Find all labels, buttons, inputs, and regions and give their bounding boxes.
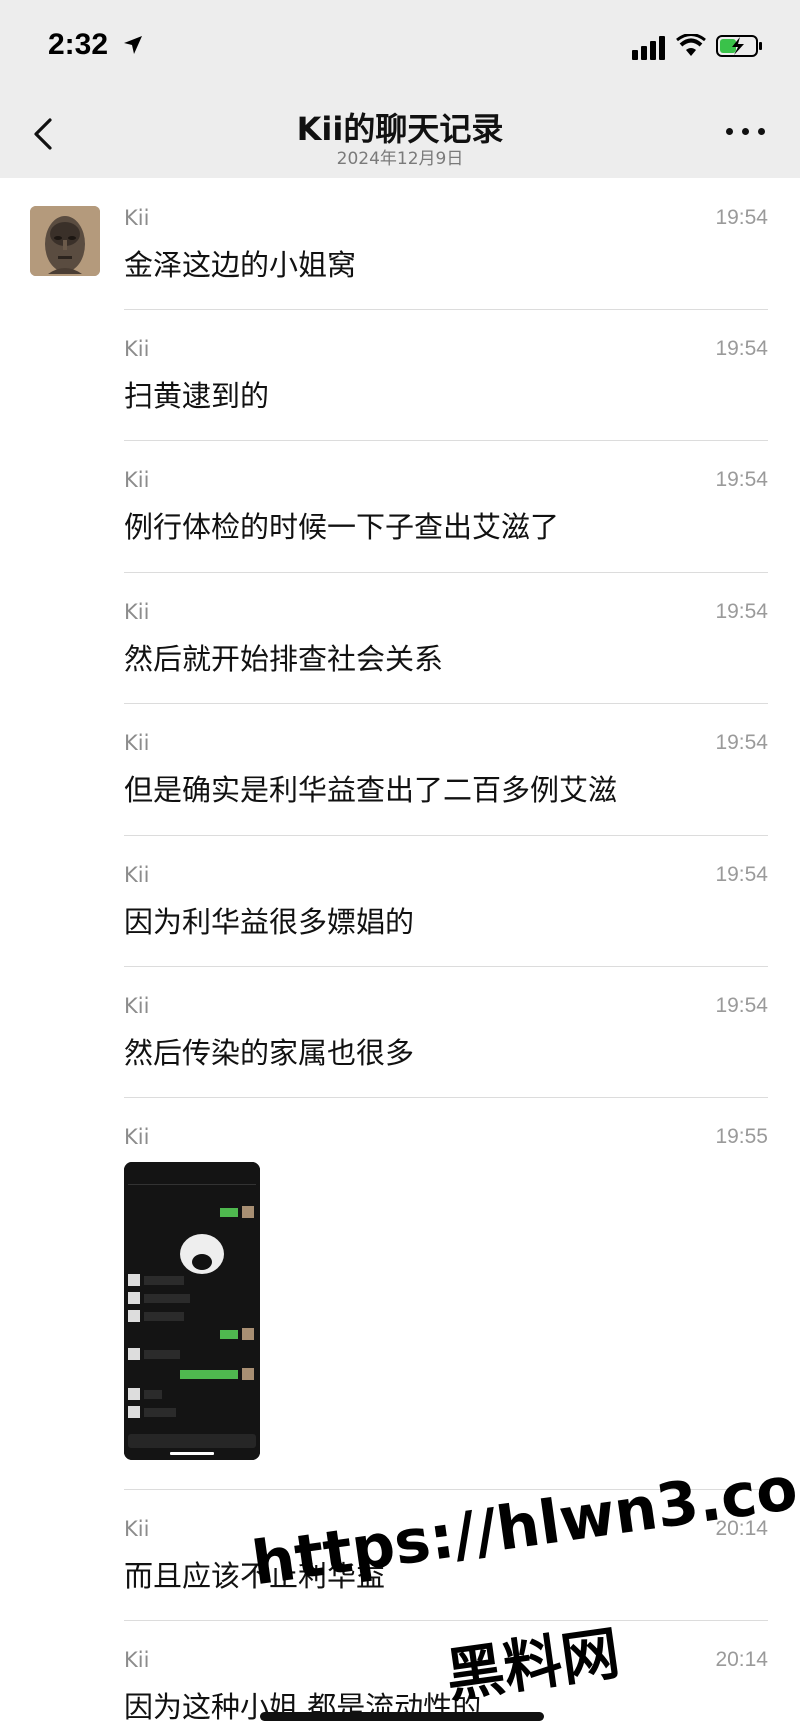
sender-name: Kii — [124, 1517, 150, 1541]
message-text[interactable]: 因为利华益很多嫖娼的 — [124, 899, 414, 941]
message-time: 19:55 — [715, 1125, 768, 1148]
divider — [124, 440, 768, 441]
screenshot-thumbnail[interactable] — [124, 1162, 260, 1460]
more-dot-icon — [742, 128, 749, 135]
message-text[interactable]: 然后传染的家属也很多 — [124, 1030, 414, 1072]
divider — [124, 966, 768, 967]
nav-header: 2:32 Kii的聊天记录 2024年12月9日 — [0, 0, 800, 178]
chat-screenshot-image — [124, 1162, 260, 1460]
more-options-button[interactable] — [724, 124, 768, 138]
more-dot-icon — [726, 128, 733, 135]
chat-date: 2024年12月9日 — [336, 149, 464, 169]
message-text[interactable]: 例行体检的时候一下子查出艾滋了 — [124, 504, 559, 546]
watermark-url: https://hlwn3.com — [248, 1444, 800, 1600]
message-time: 20:14 — [715, 1648, 768, 1671]
message-text[interactable]: 然后就开始排查社会关系 — [124, 636, 443, 678]
divider — [124, 1620, 768, 1621]
message-time: 19:54 — [715, 206, 768, 229]
sender-name: Kii — [124, 337, 150, 361]
sender-name: Kii — [124, 863, 150, 887]
message-time: 19:54 — [715, 731, 768, 754]
divider — [124, 1097, 768, 1098]
battery-charging-icon — [716, 35, 762, 57]
sender-name: Kii — [124, 206, 150, 230]
watermark-site-name: 黑料网 — [441, 1618, 624, 1711]
status-time: 2:32 — [48, 28, 109, 61]
sender-name: Kii — [124, 731, 150, 755]
message-text[interactable]: 但是确实是利华益查出了二百多例艾滋 — [124, 767, 617, 809]
message-time: 19:54 — [715, 994, 768, 1017]
sender-name: Kii — [124, 1125, 150, 1149]
message-text[interactable]: 金泽这边的小姐窝 — [124, 242, 356, 284]
sender-name: Kii — [124, 1648, 150, 1672]
avatar[interactable] — [30, 206, 100, 276]
more-dot-icon — [758, 128, 765, 135]
message-time: 19:54 — [715, 337, 768, 360]
cellular-signal-icon — [632, 36, 665, 60]
message-time: 19:54 — [715, 863, 768, 886]
home-indicator[interactable] — [260, 1712, 544, 1721]
sender-name: Kii — [124, 600, 150, 624]
divider — [124, 572, 768, 573]
divider — [124, 835, 768, 836]
wifi-icon — [676, 34, 706, 56]
sender-name: Kii — [124, 994, 150, 1018]
message-time: 19:54 — [715, 600, 768, 623]
location-arrow-icon — [124, 36, 142, 54]
sender-name: Kii — [124, 468, 150, 492]
divider — [124, 309, 768, 310]
message-time: 19:54 — [715, 468, 768, 491]
sculpture-face-icon — [30, 206, 100, 276]
message-text[interactable]: 扫黄逮到的 — [124, 373, 269, 415]
divider — [124, 703, 768, 704]
